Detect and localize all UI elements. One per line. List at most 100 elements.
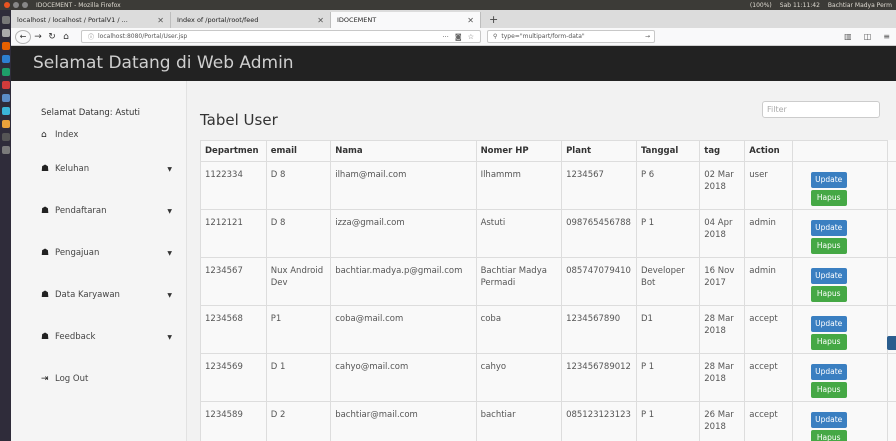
sidebar-item-pendaftaran[interactable]: ☗ Pendaftaran ▼ xyxy=(11,190,186,232)
hapus-button[interactable]: Hapus xyxy=(810,190,847,206)
table-cell: bachtiar xyxy=(475,401,563,441)
tab-bar: localhost / localhost / PortalV1 / ... ✕… xyxy=(11,10,896,28)
close-tab-icon[interactable]: ✕ xyxy=(311,16,324,25)
back-button[interactable]: ← xyxy=(15,29,31,44)
table-cell: admin xyxy=(744,257,793,306)
bookmark-star-icon[interactable]: ☆ xyxy=(468,33,474,41)
table-row: 1234568 P1 coba@mail.com coba 1234567890 D1 28… xyxy=(200,305,896,354)
update-button[interactable]: Update xyxy=(810,172,847,188)
column-header[interactable]: Action xyxy=(744,140,793,162)
sidebar-item-pengajuan[interactable]: ☗ Pengajuan ▼ xyxy=(11,232,186,274)
update-button[interactable]: Update xyxy=(810,412,847,428)
search-bar[interactable]: ⚲ type="multipart/form-data" → xyxy=(487,30,655,43)
files-icon[interactable] xyxy=(1,29,10,37)
update-button[interactable]: Update xyxy=(810,316,847,332)
table-cell: 1212121 xyxy=(200,209,267,258)
sidebar-item-data-karyawan[interactable]: ☗ Data Karyawan ▼ xyxy=(11,274,186,316)
tab-index-feed[interactable]: Index of /portal/root/feed ✕ xyxy=(171,12,331,28)
sidebar-item-log-out[interactable]: ⇥ Log Out xyxy=(11,358,186,400)
tab-idocement[interactable]: IDOCEMENT ✕ xyxy=(331,12,481,28)
column-header[interactable]: tag xyxy=(699,140,746,162)
library-icon[interactable]: ▥ xyxy=(844,32,852,41)
filter-input[interactable]: Filter xyxy=(762,101,880,118)
table-cell: coba xyxy=(475,305,563,354)
minimize-window-icon[interactable] xyxy=(13,2,19,8)
url-text: localhost:8080/Portal/User.jsp xyxy=(98,33,188,40)
app-icon[interactable] xyxy=(1,81,10,89)
app-icon[interactable] xyxy=(1,107,10,115)
info-icon[interactable]: ⓘ xyxy=(88,32,94,41)
column-header[interactable]: email xyxy=(265,140,332,162)
firefox-icon[interactable] xyxy=(1,42,10,50)
search-go-icon[interactable]: → xyxy=(645,33,654,40)
caret-down-icon: ▼ xyxy=(167,333,172,341)
table-cell: P 1 xyxy=(635,401,701,441)
system-indicators: (100%) Sab 11:11:42 Bachtiar Madya Perm xyxy=(750,2,896,9)
close-tab-icon[interactable]: ✕ xyxy=(151,16,164,25)
table-cell: P1 xyxy=(265,305,332,354)
close-tab-icon[interactable]: ✕ xyxy=(461,16,474,25)
column-header[interactable]: Departmen xyxy=(200,140,267,162)
app-icon[interactable] xyxy=(1,94,10,102)
table-cell: cahyo@mail.com xyxy=(330,353,477,402)
menu-icon[interactable]: ≡ xyxy=(883,32,890,41)
terminal-icon[interactable] xyxy=(1,133,10,141)
update-button[interactable]: Update xyxy=(810,220,847,236)
search-text: type="multipart/form-data" xyxy=(501,33,585,40)
hapus-button[interactable]: Hapus xyxy=(810,382,847,398)
column-header[interactable]: Nomer HP xyxy=(475,140,563,162)
app-icon[interactable] xyxy=(1,55,10,63)
column-header[interactable]: Nama xyxy=(330,140,477,162)
action-cell: Update Hapus xyxy=(791,401,889,441)
caret-down-icon: ▼ xyxy=(167,207,172,215)
action-cell: Update Hapus xyxy=(791,161,889,210)
app-icon[interactable] xyxy=(1,120,10,128)
table-cell: Ilhammm xyxy=(475,161,563,210)
maximize-window-icon[interactable] xyxy=(22,2,28,8)
table-cell: 1122334 xyxy=(200,161,267,210)
users-icon: ☗ xyxy=(41,248,50,258)
table-cell: 04 Apr 2018 xyxy=(699,209,746,258)
tab-phpmyadmin[interactable]: localhost / localhost / PortalV1 / ... ✕ xyxy=(11,12,171,28)
sidebar-item-keluhan[interactable]: ☗ Keluhan ▼ xyxy=(11,148,186,190)
sidebar-item-index[interactable]: ⌂ Index xyxy=(11,122,186,148)
table-cell: 1234568 xyxy=(200,305,267,354)
welcome-text: Selamat Datang: Astuti xyxy=(41,108,141,118)
table-cell: P 1 xyxy=(635,209,701,258)
hapus-button[interactable]: Hapus xyxy=(810,238,847,254)
page-actions-icon[interactable]: ··· xyxy=(442,33,449,41)
table-cell-empty xyxy=(887,401,896,441)
caret-down-icon: ▼ xyxy=(167,165,172,173)
table-cell: D 1 xyxy=(265,353,332,402)
sidebar-item-label: Pendaftaran xyxy=(55,206,107,216)
new-tab-button[interactable]: + xyxy=(481,12,506,28)
logout-icon: ⇥ xyxy=(41,374,49,384)
app-icon[interactable] xyxy=(1,68,10,76)
sidebar-menu: ⌂ Index ☗ Keluhan ▼ ☗ Pendaftaran ▼ ☗ Pengajuan ▼ ☗… xyxy=(11,122,186,400)
app-icon[interactable] xyxy=(1,146,10,154)
hapus-button[interactable]: Hapus xyxy=(810,334,847,350)
column-header[interactable]: Tanggal xyxy=(635,140,701,162)
url-bar[interactable]: ⓘ localhost:8080/Portal/User.jsp ··· ◙ ☆ xyxy=(81,30,481,43)
sidebar-toggle-icon[interactable]: ◫ xyxy=(864,32,872,41)
sidebar-item-feedback[interactable]: ☗ Feedback ▼ xyxy=(11,316,186,358)
table-cell: user xyxy=(744,161,793,210)
side-widget-tab[interactable] xyxy=(887,336,896,350)
reload-button[interactable]: ↻ xyxy=(45,32,59,42)
close-window-icon[interactable] xyxy=(4,2,10,8)
table-cell: 02 Mar 2018 xyxy=(699,161,746,210)
table-cell: D 2 xyxy=(265,401,332,441)
dash-icon[interactable] xyxy=(1,16,10,24)
table-cell: 28 Mar 2018 xyxy=(699,305,746,354)
update-button[interactable]: Update xyxy=(810,268,847,284)
column-header[interactable]: Plant xyxy=(561,140,637,162)
pocket-icon[interactable]: ◙ xyxy=(455,33,462,41)
tab-label: IDOCEMENT xyxy=(337,16,377,24)
table-cell: coba@mail.com xyxy=(330,305,477,354)
home-button[interactable]: ⌂ xyxy=(59,32,73,42)
update-button[interactable]: Update xyxy=(810,364,847,380)
hapus-button[interactable]: Hapus xyxy=(810,286,847,302)
forward-button[interactable]: → xyxy=(31,32,45,42)
table-cell: D1 xyxy=(635,305,701,354)
hapus-button[interactable]: Hapus xyxy=(810,430,847,441)
